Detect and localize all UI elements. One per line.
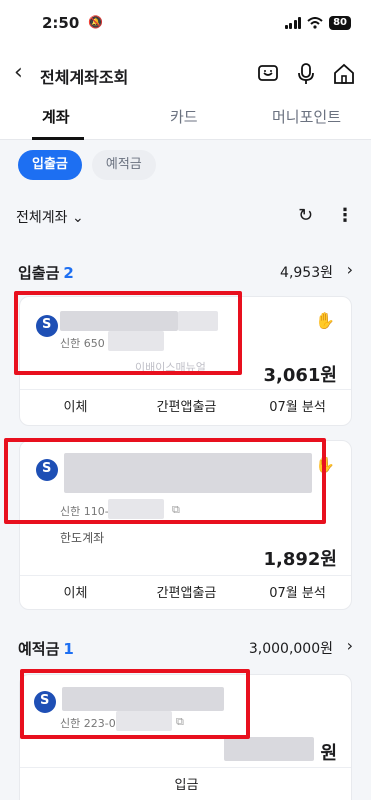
page-title: 전체계좌조회 (40, 68, 129, 87)
easy-app-withdraw-button[interactable]: 간편앱출금 (131, 390, 242, 425)
more-icon[interactable]: ⋮ (336, 205, 354, 226)
transfer-button[interactable]: 이체 (20, 390, 131, 425)
filter-chips: 입출금 예적금 (18, 150, 156, 180)
chevron-right-icon: › (346, 260, 353, 279)
top-area: 2:50 🔕 80 ‹ 전체계좌조회 계좌 카드 머니포인트 (0, 0, 371, 140)
section-checking-count: 2 (63, 264, 74, 282)
account-balance: 3,061원 (263, 365, 338, 386)
back-icon[interactable]: ‹ (14, 60, 23, 85)
home-icon[interactable] (332, 62, 356, 86)
highlight-box (20, 669, 250, 739)
account-filter-label: 전체계좌 (16, 210, 68, 226)
monthly-analysis-button[interactable]: 07월 분석 (242, 390, 351, 425)
account-actions: 이체 간편앱출금 07월 분석 (20, 575, 351, 609)
status-time: 2:50 (42, 14, 80, 32)
mute-bell-icon: 🔕 (88, 15, 103, 29)
battery-icon: 80 (329, 16, 351, 30)
status-bar: 2:50 🔕 80 (0, 14, 371, 34)
wifi-icon (307, 17, 323, 29)
highlight-box (14, 291, 242, 375)
section-checking-title: 입출금 (18, 264, 60, 282)
drag-hand-icon[interactable]: ✋ (315, 311, 335, 330)
redacted-balance (224, 737, 314, 761)
account-balance-suffix: 원 (320, 743, 337, 764)
tab-bar: 계좌 카드 머니포인트 (0, 104, 371, 140)
monthly-analysis-button[interactable]: 07월 분석 (242, 576, 351, 609)
chat-icon[interactable] (256, 62, 280, 86)
transfer-button[interactable]: 이체 (20, 576, 131, 609)
account-actions: 이체 간편앱출금 07월 분석 (20, 389, 351, 425)
section-checking[interactable]: 입출금 2 4,953원 › (0, 260, 371, 284)
section-savings-title: 예적금 (18, 640, 60, 658)
account-subtype: 한도계좌 (60, 531, 105, 545)
section-savings-amount: 3,000,000원 (248, 641, 333, 657)
account-filter-dropdown[interactable]: 전체계좌 ⌄ (16, 207, 84, 227)
microphone-icon[interactable] (294, 62, 318, 86)
refresh-icon[interactable]: ↻ (298, 205, 313, 226)
account-balance: 1,892원 (263, 549, 338, 570)
active-tab-indicator (32, 137, 84, 140)
filter-row: 전체계좌 ⌄ ↻ ⋮ (0, 205, 371, 229)
tab-cards[interactable]: 카드 (170, 106, 198, 127)
tab-money-point[interactable]: 머니포인트 (272, 106, 341, 127)
chevron-down-icon: ⌄ (71, 210, 84, 226)
tab-accounts[interactable]: 계좌 (42, 106, 70, 127)
chevron-right-icon: › (346, 636, 353, 655)
deposit-button[interactable]: 입금 (20, 767, 351, 800)
section-checking-amount: 4,953원 (280, 265, 333, 281)
header: ‹ 전체계좌조회 (0, 56, 371, 92)
status-right: 80 (284, 16, 351, 30)
easy-app-withdraw-button[interactable]: 간편앱출금 (131, 576, 242, 609)
section-savings-count: 1 (63, 640, 74, 658)
chip-checking[interactable]: 입출금 (18, 150, 82, 180)
section-title: 입출금 2 (18, 262, 74, 283)
section-title: 예적금 1 (18, 638, 74, 659)
highlight-box (4, 438, 326, 524)
chip-savings[interactable]: 예적금 (91, 150, 156, 180)
section-savings[interactable]: 예적금 1 3,000,000원 › (0, 636, 371, 660)
signal-icon (284, 17, 302, 29)
